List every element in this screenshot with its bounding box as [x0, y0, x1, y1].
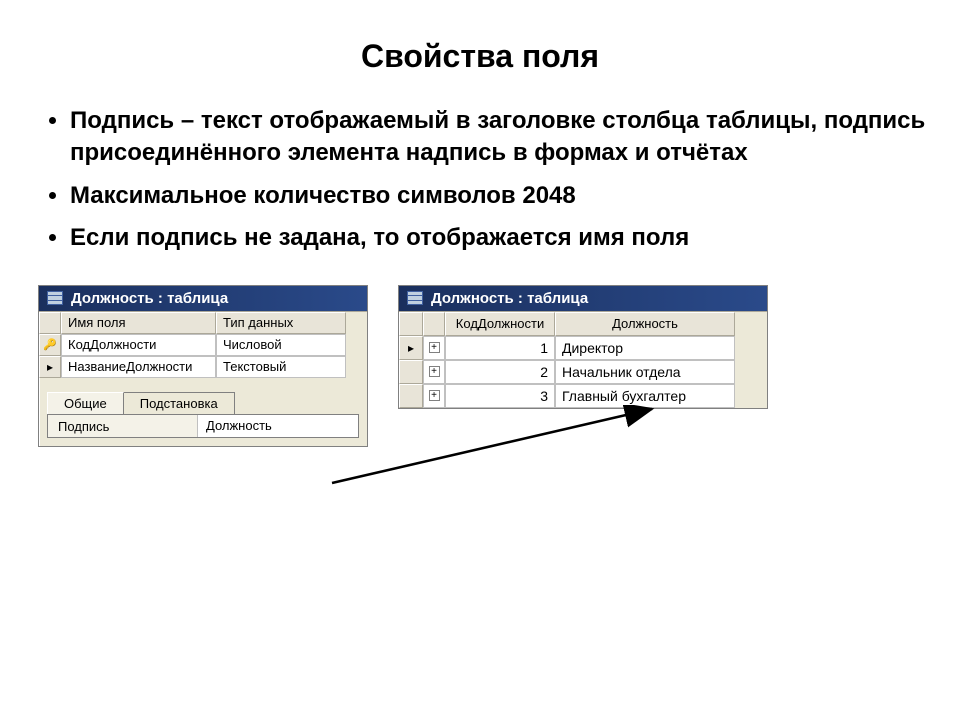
col-header-id[interactable]: КодДолжности	[445, 312, 555, 336]
col-header-type: Тип данных	[216, 312, 346, 334]
pos-cell[interactable]: Начальник отдела	[555, 360, 735, 384]
pos-cell[interactable]: Главный бухгалтер	[555, 384, 735, 408]
tab-general[interactable]: Общие	[47, 392, 124, 414]
field-name-cell[interactable]: КодДолжности	[61, 334, 216, 356]
current-row-icon	[39, 356, 61, 378]
bullet-item: Если подпись не задана, то отображается …	[70, 222, 930, 254]
property-tabs: Общие Подстановка	[39, 392, 367, 414]
row-selector[interactable]	[399, 384, 423, 408]
window-title: Должность : таблица	[431, 290, 588, 307]
field-name-cell[interactable]: НазваниеДолжности	[61, 356, 216, 378]
window-titlebar: Должность : таблица	[39, 286, 367, 311]
tab-lookup[interactable]: Подстановка	[123, 392, 235, 414]
bullet-item: Максимальное количество символов 2048	[70, 180, 930, 212]
expand-header	[423, 312, 445, 336]
id-cell[interactable]: 2	[445, 360, 555, 384]
field-type-cell[interactable]: Текстовый	[216, 356, 346, 378]
field-type-cell[interactable]: Числовой	[216, 334, 346, 356]
expand-button[interactable]: +	[423, 336, 445, 360]
col-header-pos[interactable]: Должность	[555, 312, 735, 336]
selector-header	[39, 312, 61, 334]
col-header-name: Имя поля	[61, 312, 216, 334]
plus-icon: +	[429, 390, 440, 401]
bullet-list: Подпись – текст отображаемый в заголовке…	[70, 105, 930, 255]
primary-key-icon	[39, 334, 61, 356]
bullet-item: Подпись – текст отображаемый в заголовке…	[70, 105, 930, 170]
expand-button[interactable]: +	[423, 384, 445, 408]
property-row: Подпись Должность	[47, 414, 359, 438]
property-label: Подпись	[48, 415, 198, 437]
window-title: Должность : таблица	[71, 290, 228, 307]
expand-button[interactable]: +	[423, 360, 445, 384]
plus-icon: +	[429, 366, 440, 377]
pos-cell[interactable]: Директор	[555, 336, 735, 360]
design-grid: Имя поля Тип данных КодДолжности Числово…	[39, 311, 367, 378]
window-titlebar: Должность : таблица	[399, 286, 767, 311]
table-icon	[407, 291, 423, 305]
selector-header	[399, 312, 423, 336]
id-cell[interactable]: 3	[445, 384, 555, 408]
design-window: Должность : таблица Имя поля Тип данных …	[38, 285, 368, 447]
plus-icon: +	[429, 342, 440, 353]
row-selector[interactable]: ▸	[399, 336, 423, 360]
arrow-annotation	[330, 405, 680, 525]
property-value[interactable]: Должность	[198, 415, 358, 437]
table-icon	[47, 291, 63, 305]
row-selector[interactable]	[399, 360, 423, 384]
datasheet-grid: КодДолжности Должность ▸ + 1 Директор + …	[399, 311, 767, 408]
slide-title: Свойства поля	[30, 38, 930, 75]
id-cell[interactable]: 1	[445, 336, 555, 360]
datasheet-window: Должность : таблица КодДолжности Должнос…	[398, 285, 768, 409]
